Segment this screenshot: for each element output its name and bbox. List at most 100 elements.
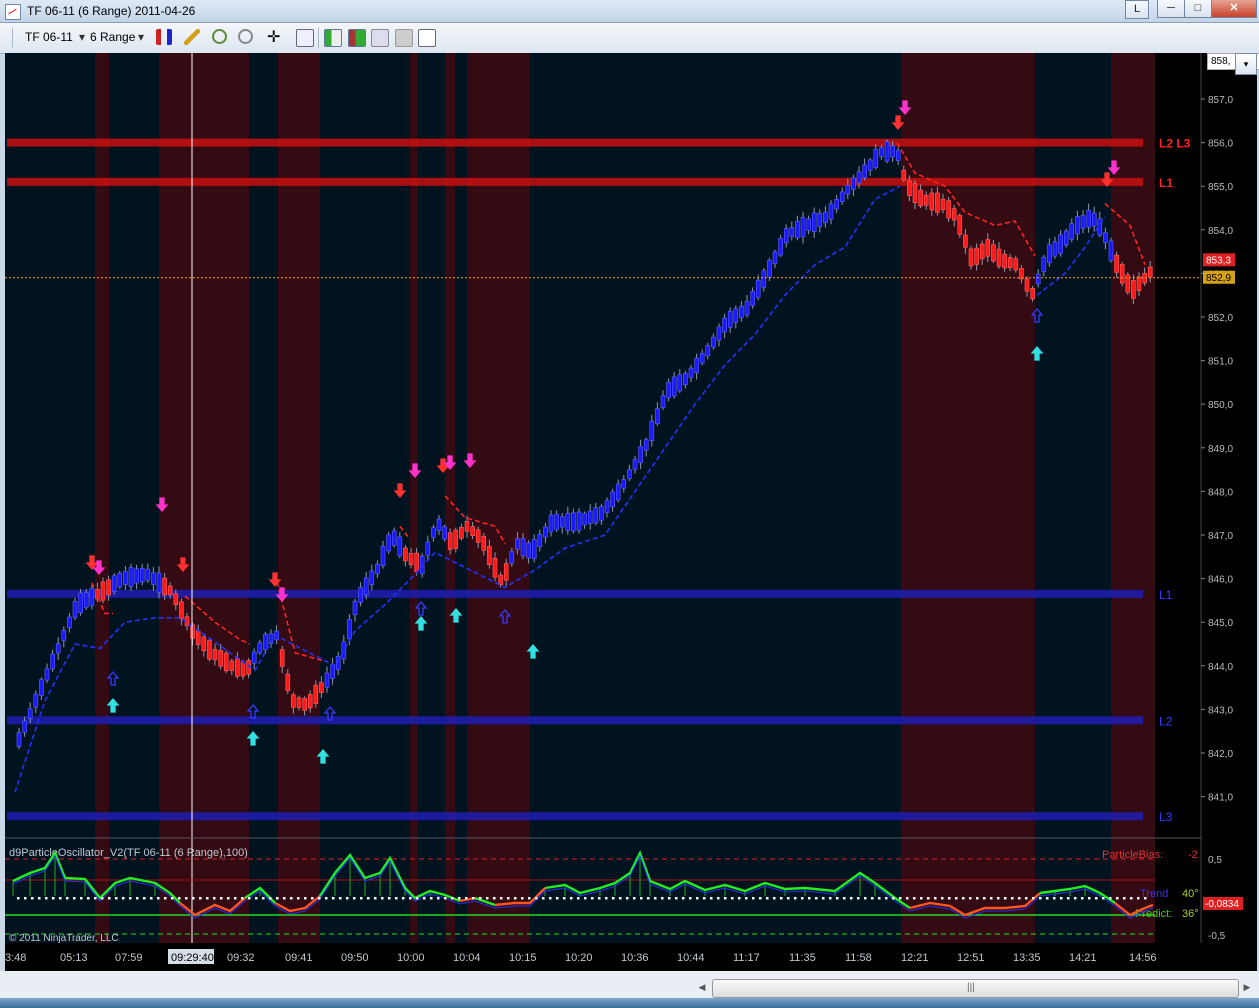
- chart-panel[interactable]: 857,0856,0855,0854,0853,0852,0851,0850,0…: [5, 53, 1257, 971]
- instrument-dropdown-icon[interactable]: ▾: [79, 30, 85, 44]
- oscillator-dot: [381, 897, 384, 900]
- candle: [285, 673, 291, 691]
- price-chart[interactable]: 857,0856,0855,0854,0853,0852,0851,0850,0…: [5, 53, 1257, 971]
- price-tick-label: 844,0: [1208, 662, 1233, 673]
- zoom-in-icon[interactable]: [212, 29, 227, 44]
- candle: [1108, 240, 1114, 261]
- time-tick-label: 09:32: [227, 952, 255, 964]
- candle: [834, 199, 839, 210]
- scroll-left-icon[interactable]: ◀: [694, 979, 710, 996]
- close-button[interactable]: ✕: [1211, 0, 1257, 18]
- candle: [1119, 264, 1125, 284]
- price-tick-label: 852,0: [1208, 313, 1233, 324]
- interval-dropdown-icon[interactable]: ▾: [138, 30, 144, 44]
- oscillator-dot: [857, 897, 860, 900]
- horizontal-scrollbar[interactable]: |||: [712, 979, 1239, 998]
- oscillator-dot: [654, 897, 657, 900]
- candle: [543, 526, 548, 538]
- candle: [795, 221, 800, 239]
- candle: [139, 567, 145, 583]
- oscillator-dot: [647, 897, 650, 900]
- time-tick-label: 10:20: [565, 952, 593, 964]
- oscillator-dot: [955, 897, 958, 900]
- oscillator-dot: [115, 897, 118, 900]
- time-tick-label: 14:21: [1069, 952, 1097, 964]
- bar-type-icon[interactable]: [156, 29, 172, 45]
- candle: [375, 564, 380, 574]
- resistance-level-label: L1: [1159, 176, 1173, 190]
- candle: [151, 572, 156, 585]
- price-scale-dropdown-icon[interactable]: ▾: [1235, 53, 1257, 75]
- pencil-icon[interactable]: [184, 29, 200, 45]
- candle: [1131, 280, 1136, 299]
- strategy-icon[interactable]: [395, 29, 413, 47]
- candle: [699, 353, 705, 364]
- session-shade: [1111, 53, 1155, 943]
- oscillator-dot: [1095, 897, 1098, 900]
- candle: [1041, 256, 1047, 272]
- candle: [1063, 230, 1069, 246]
- indicator-icon[interactable]: [371, 29, 389, 47]
- support-level-label: L1: [1159, 588, 1173, 602]
- oscillator-dot: [122, 897, 125, 900]
- interval-selector[interactable]: 6 Range: [90, 30, 135, 44]
- magnify-icon[interactable]: [296, 29, 314, 47]
- scroll-grip-icon[interactable]: |||: [967, 982, 975, 993]
- zoom-out-icon[interactable]: [238, 29, 253, 44]
- oscillator-dot: [829, 897, 832, 900]
- oscillator-dot: [199, 897, 202, 900]
- candle: [1080, 215, 1086, 229]
- oscillator-dot: [773, 897, 776, 900]
- oscillator-dot: [885, 897, 888, 900]
- time-tick-label: 10:04: [453, 952, 481, 964]
- instrument-selector[interactable]: TF 06-11: [25, 30, 73, 44]
- candle: [89, 588, 95, 606]
- candle: [492, 557, 498, 578]
- candles-icon[interactable]: [348, 29, 366, 47]
- minimize-button[interactable]: ─: [1157, 0, 1185, 18]
- oscillator-dot: [318, 897, 321, 900]
- candle: [257, 642, 263, 654]
- candle: [330, 664, 335, 679]
- time-tick-label: 10:36: [621, 952, 649, 964]
- oscillator-dot: [297, 897, 300, 900]
- candle: [755, 279, 761, 298]
- candle: [1024, 278, 1030, 292]
- time-tick-label: 09:50: [341, 952, 369, 964]
- oscillator-dot: [493, 897, 496, 900]
- oscillator-dot: [836, 897, 839, 900]
- candle: [951, 208, 957, 221]
- oscillator-dot: [920, 897, 923, 900]
- candle: [632, 459, 638, 470]
- chart-style-icon[interactable]: [324, 29, 342, 47]
- candle: [291, 694, 296, 708]
- oscillator-dot: [38, 897, 41, 900]
- oscillator-dot: [332, 897, 335, 900]
- candle: [884, 141, 890, 162]
- candle: [61, 630, 67, 641]
- candle: [968, 248, 974, 267]
- predict-value: 36°: [1182, 908, 1199, 920]
- candle: [509, 551, 515, 564]
- properties-icon[interactable]: [418, 29, 436, 47]
- candle: [263, 633, 268, 651]
- scroll-right-icon[interactable]: ▶: [1239, 979, 1255, 996]
- candle: [879, 147, 884, 157]
- language-button[interactable]: L: [1125, 0, 1149, 19]
- price-tick-label: 854,0: [1208, 226, 1233, 237]
- oscillator-dot: [689, 897, 692, 900]
- candle: [78, 592, 83, 613]
- oscillator-dot: [1130, 897, 1133, 900]
- candle: [347, 619, 352, 640]
- maximize-button[interactable]: □: [1184, 0, 1212, 18]
- candle: [918, 189, 923, 207]
- price-tick-label: 851,0: [1208, 357, 1233, 368]
- particle-bias-label: ParticleBias:: [1102, 849, 1163, 861]
- oscillator-dot: [500, 897, 503, 900]
- candle: [671, 376, 677, 397]
- oscillator-dot: [822, 897, 825, 900]
- candle: [1114, 254, 1119, 273]
- crosshair-icon[interactable]: ✛: [267, 27, 280, 47]
- candle: [1103, 232, 1108, 243]
- candle: [571, 512, 576, 532]
